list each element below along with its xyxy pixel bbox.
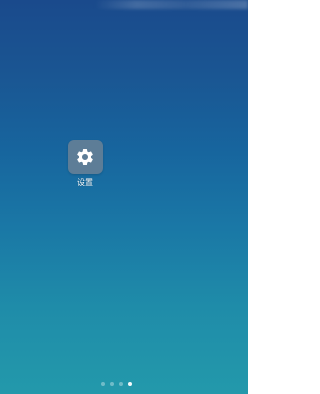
settings-app-icon[interactable]: 设置	[67, 140, 103, 188]
settings-icon-tile[interactable]	[67, 140, 103, 174]
page-dot-2[interactable]	[109, 382, 114, 386]
page-dot-4-active[interactable]	[127, 382, 132, 386]
settings-app-label: 设置	[77, 178, 93, 187]
page-dot-1[interactable]	[100, 382, 105, 386]
page-indicator	[0, 382, 248, 388]
home-screen: 设置	[0, 0, 248, 394]
gear-icon	[77, 148, 93, 165]
status-bar	[0, 0, 248, 9]
page-dot-3[interactable]	[118, 382, 123, 386]
